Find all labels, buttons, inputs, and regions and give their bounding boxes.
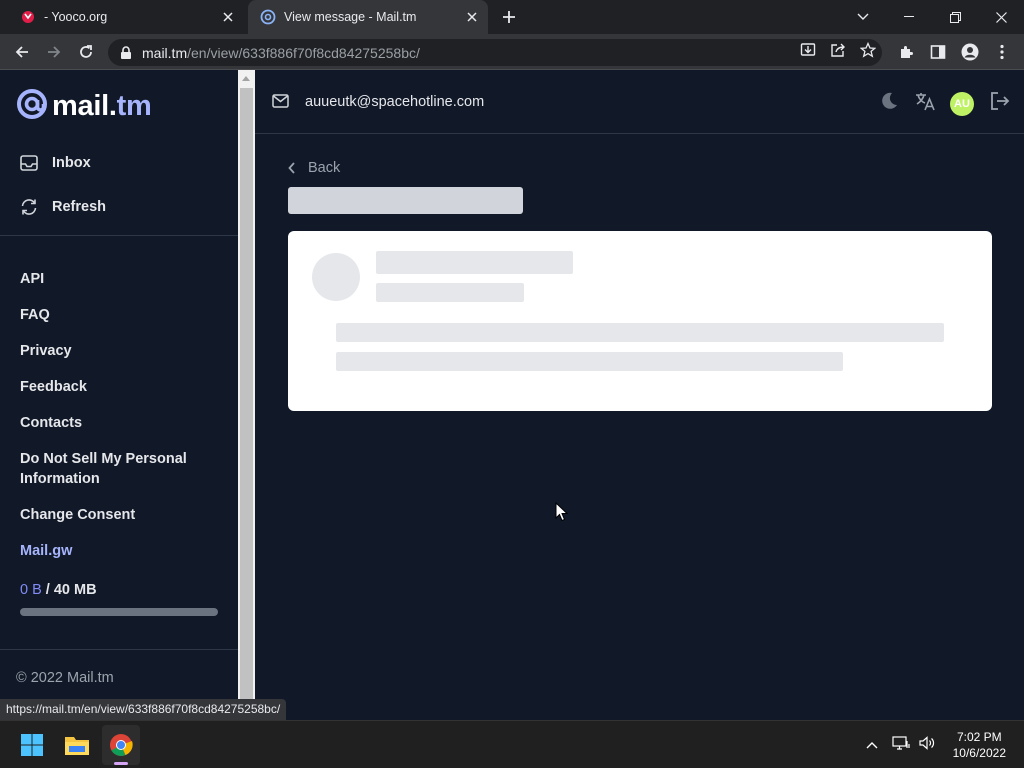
account-header: auueutk@spacehotline.com AU	[255, 70, 1024, 134]
back-label: Back	[308, 160, 341, 176]
account-email[interactable]: auueutk@spacehotline.com	[305, 94, 484, 110]
web-page: mail.tm Inbox Refresh API FAQ Privacy Fe…	[0, 70, 1024, 720]
url-text: mail.tm/en/view/633f886f70f8cd84275258bc…	[142, 45, 420, 61]
at-sign-icon	[16, 88, 48, 125]
tab-title: - Yooco.org	[44, 10, 108, 24]
link-change-consent[interactable]: Change Consent	[20, 505, 220, 525]
restore-button[interactable]	[932, 0, 978, 34]
back-nav-button[interactable]	[8, 38, 36, 66]
body-line-skeleton	[336, 352, 843, 371]
sidebar-item-inbox[interactable]: Inbox	[18, 152, 91, 174]
windows-taskbar: 7:02 PM 10/6/2022	[0, 720, 1024, 768]
bookmark-star-icon[interactable]	[859, 41, 877, 63]
sender-address-skeleton	[376, 283, 524, 302]
sidebar-item-label: Refresh	[52, 199, 106, 215]
forward-nav-button[interactable]	[40, 38, 68, 66]
envelope-icon	[272, 94, 289, 113]
url-path: /en/view/633f886f70f8cd84275258bc/	[187, 44, 420, 61]
scroll-up-arrow-icon[interactable]	[242, 76, 250, 81]
sender-avatar-skeleton	[312, 253, 360, 301]
translate-icon[interactable]	[914, 90, 936, 117]
url-host: mail.tm	[142, 44, 188, 61]
tab-search-icon[interactable]	[840, 0, 886, 34]
side-panel-icon[interactable]	[924, 38, 952, 66]
browser-toolbar: mail.tm/en/view/633f886f70f8cd84275258bc…	[0, 34, 1024, 70]
inbox-icon	[18, 152, 40, 174]
close-tab-icon[interactable]	[218, 7, 238, 27]
close-window-button[interactable]	[978, 0, 1024, 34]
taskbar-clock[interactable]: 7:02 PM 10/6/2022	[953, 729, 1006, 761]
file-explorer-icon[interactable]	[58, 725, 96, 765]
link-feedback[interactable]: Feedback	[20, 377, 220, 397]
system-tray	[866, 721, 936, 768]
link-status-bubble: https://mail.tm/en/view/633f886f70f8cd84…	[0, 699, 287, 720]
mouse-cursor-icon	[555, 501, 569, 527]
refresh-icon	[18, 196, 40, 218]
link-do-not-sell[interactable]: Do Not Sell My Personal Information	[20, 449, 220, 489]
link-faq[interactable]: FAQ	[20, 305, 220, 325]
storage-quota: 0 B / 40 MB	[20, 582, 97, 598]
profile-icon[interactable]	[956, 38, 984, 66]
subject-skeleton	[288, 187, 523, 214]
minimize-button[interactable]	[886, 0, 932, 34]
body-line-skeleton	[336, 323, 944, 342]
scrollbar-thumb[interactable]	[240, 88, 253, 716]
tab-yooco[interactable]: - Yooco.org	[8, 0, 244, 34]
sidebar-scrollbar[interactable]	[238, 70, 255, 720]
volume-icon[interactable]	[918, 735, 936, 756]
mail-tm-logo[interactable]: mail.tm	[16, 88, 152, 125]
mail-tm-favicon-icon	[260, 9, 276, 25]
clock-time: 7:02 PM	[956, 730, 1002, 744]
copyright-text: © 2022 Mail.tm	[16, 670, 114, 686]
extensions-icon[interactable]	[892, 38, 920, 66]
start-button[interactable]	[13, 725, 51, 765]
link-privacy[interactable]: Privacy	[20, 341, 220, 361]
sidebar-divider	[0, 235, 238, 236]
install-app-icon[interactable]	[800, 42, 816, 63]
tab-mail-tm[interactable]: View message - Mail.tm	[248, 0, 488, 34]
brand-name: mail.tm	[52, 90, 152, 122]
new-tab-button[interactable]	[498, 7, 520, 27]
clock-date: 10/6/2022	[952, 746, 1006, 760]
sidebar: mail.tm Inbox Refresh API FAQ Privacy Fe…	[0, 70, 238, 720]
share-icon[interactable]	[830, 42, 846, 63]
address-bar[interactable]: mail.tm/en/view/633f886f70f8cd84275258bc…	[108, 39, 882, 66]
logout-icon[interactable]	[988, 90, 1010, 117]
avatar[interactable]: AU	[950, 91, 974, 116]
link-mail-gw[interactable]: Mail.gw	[20, 541, 220, 561]
link-contacts[interactable]: Contacts	[20, 413, 220, 433]
tab-title: View message - Mail.tm	[284, 10, 417, 24]
sidebar-item-label: Inbox	[52, 155, 91, 171]
reload-button[interactable]	[72, 38, 100, 66]
browser-tab-strip: - Yooco.org View message - Mail.tm	[0, 0, 1024, 34]
message-card-skeleton	[288, 231, 992, 411]
close-tab-icon[interactable]	[462, 7, 482, 27]
back-link[interactable]: Back	[288, 160, 340, 176]
yooco-favicon-icon	[20, 9, 36, 25]
quota-progress-bar	[20, 608, 218, 616]
lock-icon	[120, 45, 134, 60]
main-content: auueutk@spacehotline.com AU Back	[255, 70, 1024, 720]
network-icon[interactable]	[892, 735, 910, 756]
sender-name-skeleton	[376, 251, 573, 274]
sidebar-item-refresh[interactable]: Refresh	[18, 196, 106, 218]
sidebar-footer-divider	[0, 649, 238, 650]
chevron-up-icon[interactable]	[866, 736, 878, 754]
link-api[interactable]: API	[20, 269, 220, 289]
chevron-left-icon	[288, 162, 296, 174]
dark-mode-moon-icon[interactable]	[878, 90, 900, 117]
quota-used: 0 B	[20, 582, 42, 598]
menu-kebab-icon[interactable]	[988, 38, 1016, 66]
quota-total: / 40 MB	[45, 582, 97, 598]
chrome-taskbar-icon[interactable]	[102, 725, 140, 765]
